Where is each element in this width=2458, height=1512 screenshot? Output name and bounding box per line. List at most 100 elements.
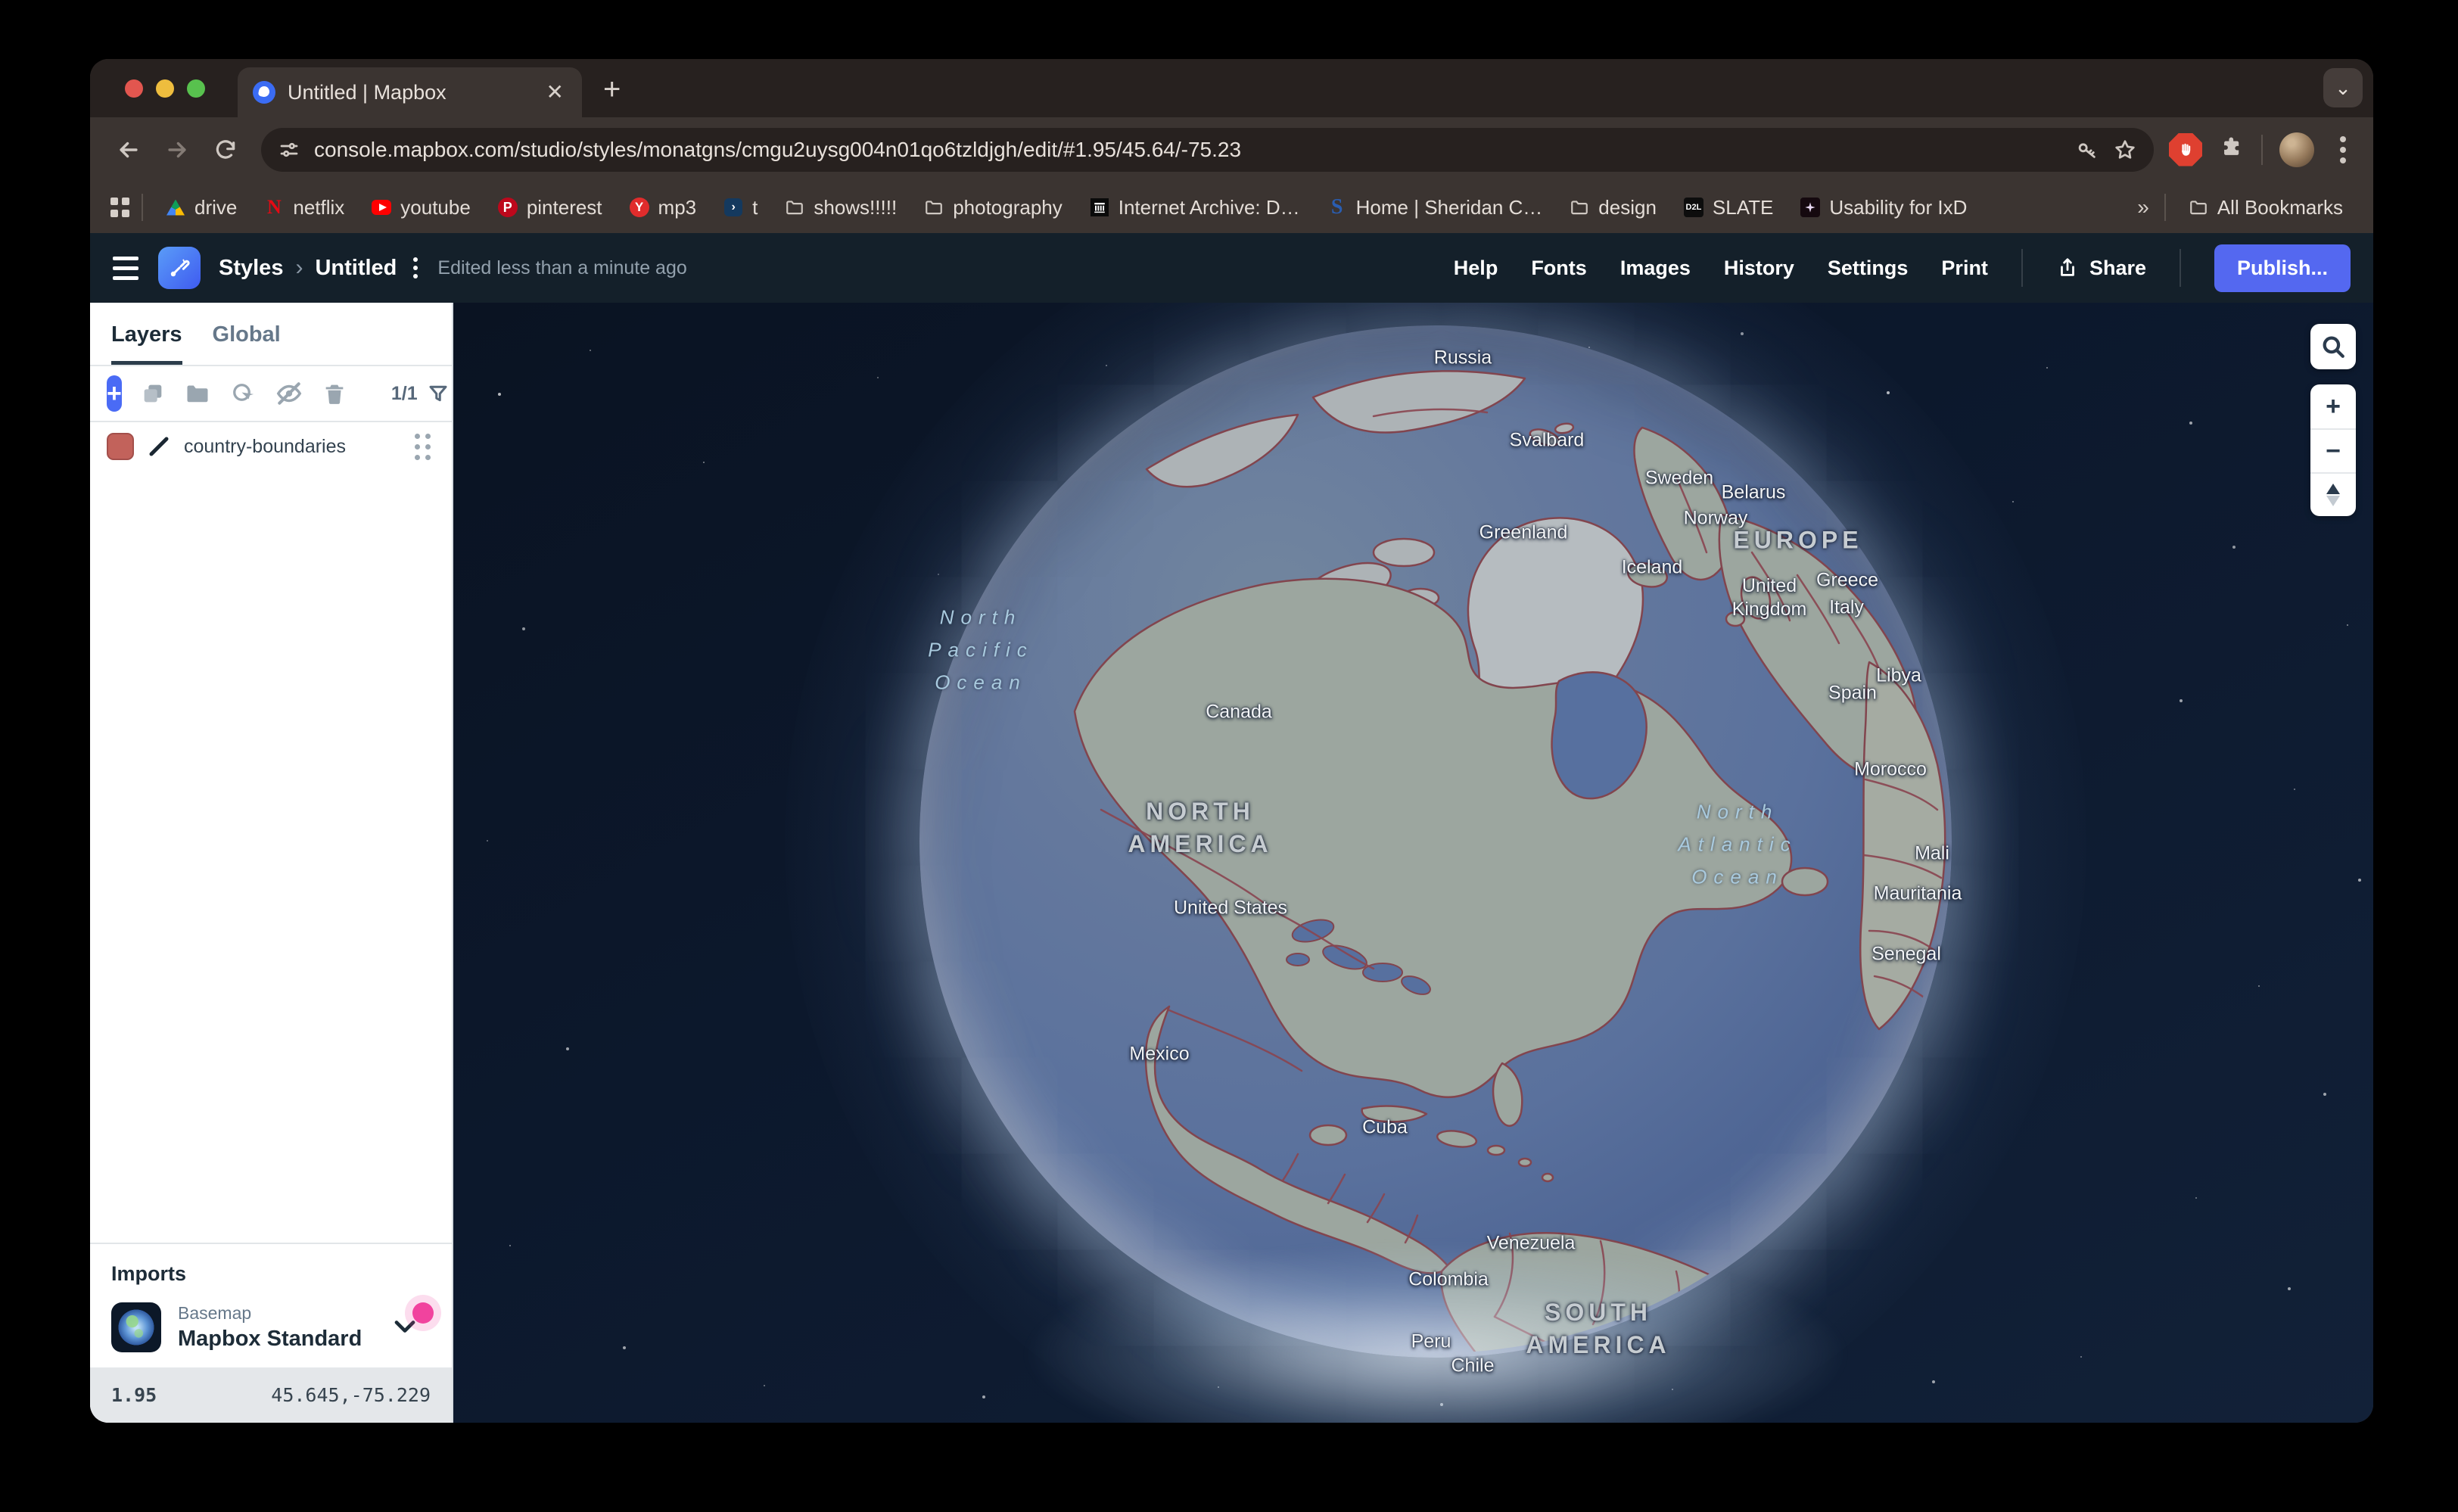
import-name-label: Mapbox Standard [178,1327,362,1352]
map-statusbar: 1.95 45.645,-75.229 [90,1367,452,1423]
label-south-america: SOUTH AMERICA [1526,1296,1670,1361]
new-tab-button[interactable]: + [603,73,621,107]
duplicate-layer-icon[interactable] [140,381,166,406]
toolbar-separator [2261,135,2263,165]
layer-color-swatch[interactable] [107,433,134,460]
bookmark-folder-photography[interactable]: photography [913,191,1073,224]
close-window-button[interactable] [125,79,143,98]
browser-window: Untitled | Mapbox ✕ + ⌄ console.mapbox.c… [90,59,2373,1423]
share-button[interactable]: Share [2056,257,2146,280]
style-options-kebab-icon[interactable] [413,266,418,270]
hamburger-menu-icon[interactable] [113,257,138,280]
mapbox-favicon-icon [253,81,275,104]
bookmark-t[interactable]: ›t [713,191,768,224]
folder-icon [1570,198,1589,217]
ymp3-icon: Y [630,198,649,217]
bookmark-pinterest[interactable]: Ppinterest [487,191,613,224]
label-iceland: Iceland [1622,555,1683,579]
bookmarks-overflow-chevron[interactable]: » [2131,195,2152,219]
map-search-button[interactable] [2310,324,2356,369]
minimize-window-button[interactable] [156,79,174,98]
add-layer-button[interactable]: + [107,375,122,412]
compass-bearing-button[interactable] [2310,472,2356,516]
label-europe: EUROPE [1733,524,1862,556]
nav-history[interactable]: History [1724,257,1794,280]
toolbar-extensions-area [2169,132,2355,167]
layer-row-country-boundaries[interactable]: country-boundaries [90,422,452,471]
line-layer-type-icon [148,435,170,458]
all-bookmarks-button[interactable]: All Bookmarks [2178,191,2354,224]
bookmark-mp3[interactable]: Ymp3 [619,191,708,224]
bookmark-netflix[interactable]: Nnetflix [254,191,355,224]
nav-images[interactable]: Images [1620,257,1691,280]
label-morocco: Morocco [1854,758,1927,781]
tab-close-icon[interactable]: ✕ [543,79,567,106]
group-folder-icon[interactable] [184,380,211,407]
nav-print[interactable]: Print [1941,257,1988,280]
password-key-icon[interactable] [2075,138,2099,162]
label-libya: Libya [1876,664,1921,687]
style-brush-icon[interactable] [158,247,201,289]
browser-toolbar: console.mapbox.com/studio/styles/monatgn… [90,117,2373,182]
label-cuba: Cuba [1362,1115,1408,1139]
extensions-puzzle-icon[interactable] [2219,135,2245,164]
tab-strip: Untitled | Mapbox ✕ + ⌄ [90,59,2373,117]
label-venezuela: Venezuela [1487,1231,1576,1255]
tab-global[interactable]: Global [213,322,281,365]
zoom-out-button[interactable]: − [2310,428,2356,472]
breadcrumb-style-name[interactable]: Untitled [315,256,397,281]
url-bar[interactable]: console.mapbox.com/studio/styles/monatgn… [261,128,2154,172]
back-button[interactable] [108,129,149,170]
basemap-expand-chevron[interactable] [388,1310,431,1345]
bookmark-sheridan[interactable]: SHome | Sheridan C… [1317,191,1554,224]
tab-layers[interactable]: Layers [111,322,182,365]
compass-icon [2326,484,2340,506]
bookmark-folder-shows[interactable]: shows!!!!! [774,191,907,224]
site-settings-icon[interactable] [278,138,300,161]
basemap-import-row[interactable]: Basemap Mapbox Standard [111,1302,431,1352]
zoom-in-button[interactable]: + [2310,384,2356,428]
fullscreen-window-button[interactable] [187,79,205,98]
bookmarks-separator [142,194,143,221]
apps-grid-icon[interactable] [110,198,129,217]
map-canvas[interactable]: Russia Svalbard Sweden Belarus Norway Gr… [453,303,2373,1423]
forward-button[interactable] [157,129,198,170]
pinterest-icon: P [498,198,518,217]
filter-funnel-icon[interactable] [427,382,450,405]
label-senegal: Senegal [1872,942,1941,966]
drag-handle-icon[interactable] [415,434,431,460]
label-north-pacific-ocean: North Pacific Ocean [928,602,1034,699]
bookmarks-bar: drive Nnetflix youtube Ppinterest Ymp3 ›… [90,182,2373,233]
zoom-level-value: 1.95 [111,1384,157,1406]
breadcrumb-styles[interactable]: Styles [219,256,283,281]
tab-search-chevron-button[interactable]: ⌄ [2323,68,2363,107]
share-icon [2056,257,2079,279]
reload-button[interactable] [205,129,246,170]
nav-fonts[interactable]: Fonts [1531,257,1587,280]
publish-button[interactable]: Publish... [2214,244,2351,292]
bookmark-folder-design[interactable]: design [1559,191,1667,224]
label-north-america: NORTH AMERICA [1128,795,1272,860]
hide-layer-eye-off-icon[interactable] [275,379,303,408]
select-on-map-icon[interactable] [229,380,257,407]
bookmark-internet-archive[interactable]: Internet Archive: D… [1079,191,1311,224]
d2l-icon: D2L [1684,198,1703,217]
nav-settings[interactable]: Settings [1828,257,1909,280]
chrome-menu-icon[interactable] [2340,147,2346,153]
bookmark-slate[interactable]: D2LSLATE [1673,191,1784,224]
bookmark-usability[interactable]: Usability for IxD [1790,191,1977,224]
bookmark-drive[interactable]: drive [155,191,247,224]
label-chile: Chile [1451,1354,1495,1377]
adblock-extension-icon[interactable] [2169,133,2202,166]
delete-layer-trash-icon[interactable] [322,381,347,406]
google-drive-icon [166,200,185,216]
traffic-lights [125,79,205,98]
bookmark-youtube[interactable]: youtube [361,191,481,224]
breadcrumb-chevron-icon: › [295,255,303,281]
sheridan-s-icon: S [1327,198,1347,217]
nav-help[interactable]: Help [1454,257,1498,280]
bookmark-star-icon[interactable] [2113,138,2137,162]
browser-tab[interactable]: Untitled | Mapbox ✕ [238,67,582,117]
profile-avatar[interactable] [2279,132,2314,167]
back-arrow-icon [116,137,142,163]
